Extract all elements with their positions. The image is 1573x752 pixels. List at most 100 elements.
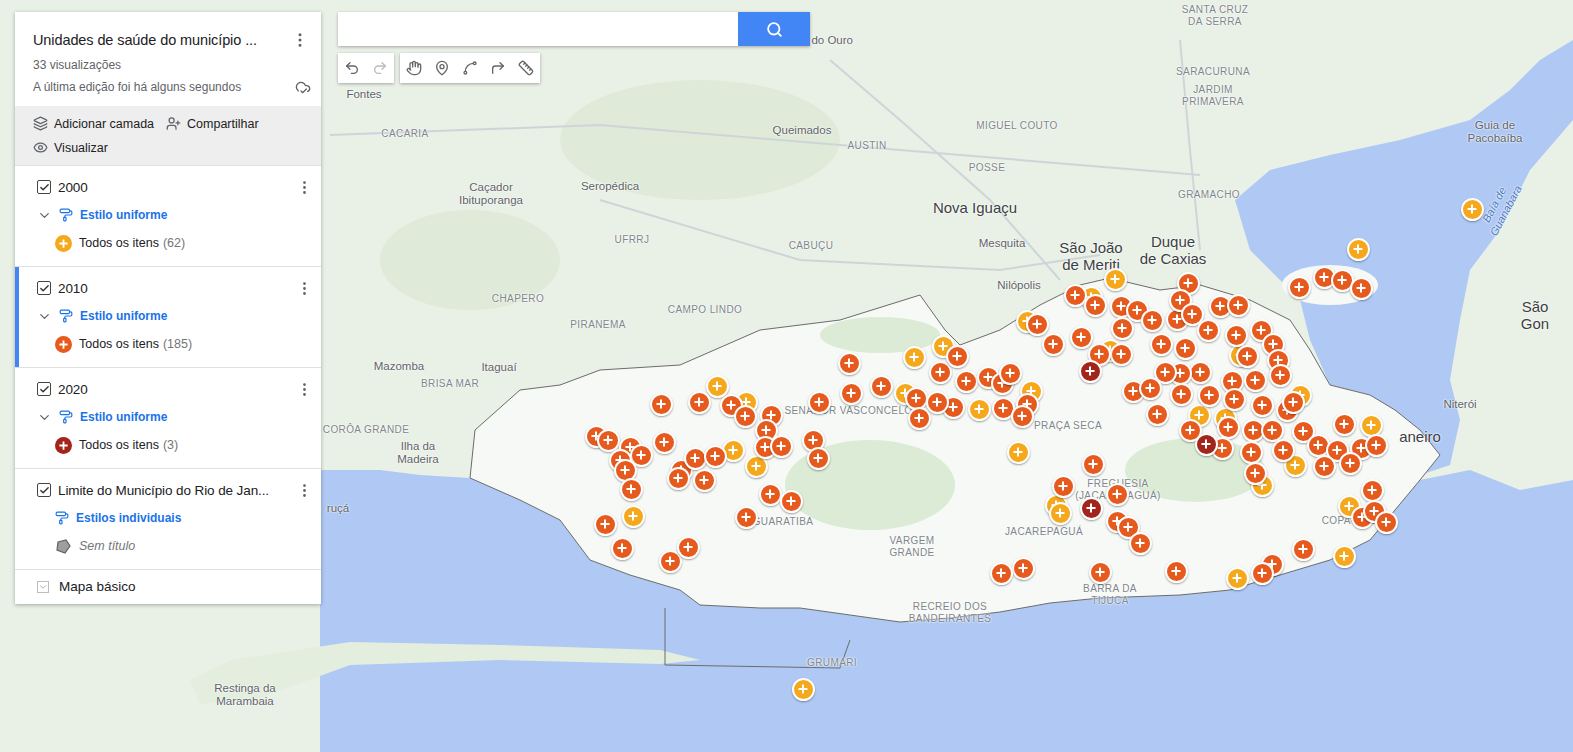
map-pin[interactable] [792, 678, 815, 701]
map-pin[interactable] [808, 391, 831, 414]
layer[interactable]: 2010 Estilo uniforme Todos os itens(185) [15, 266, 321, 367]
map-pin[interactable] [1350, 277, 1373, 300]
base-map-toggle[interactable] [37, 581, 49, 593]
view-action[interactable]: Visualizar [33, 138, 303, 157]
map-pin[interactable] [650, 393, 673, 416]
map-pin[interactable] [1288, 276, 1311, 299]
map-pin[interactable] [1282, 391, 1305, 414]
map-pin[interactable] [1361, 479, 1384, 502]
style-link[interactable]: Estilo uniforme [80, 309, 167, 323]
undo-button[interactable] [338, 53, 366, 83]
map-pin[interactable] [1026, 313, 1049, 336]
map-pin[interactable] [1082, 453, 1105, 476]
map-pin[interactable] [840, 382, 863, 405]
layer-items-row[interactable]: Todos os itens(3) [37, 434, 315, 456]
map-pin[interactable] [759, 483, 782, 506]
layer-items-row[interactable]: Todos os itens(185) [37, 333, 315, 355]
style-link[interactable]: Estilo uniforme [80, 208, 167, 222]
map-pin[interactable] [1111, 317, 1134, 340]
map-pin[interactable] [653, 431, 676, 454]
map-pin[interactable] [780, 490, 803, 513]
map-pin[interactable] [908, 407, 931, 430]
draw-line-button[interactable] [456, 53, 484, 83]
map-pin[interactable] [1012, 557, 1035, 580]
map-pin[interactable] [770, 435, 793, 458]
map-pin[interactable] [1375, 511, 1398, 534]
map-pin[interactable] [667, 467, 690, 490]
map-pin[interactable] [620, 478, 643, 501]
map-pin[interactable] [1347, 238, 1370, 261]
map-pin[interactable] [926, 391, 949, 414]
redo-button[interactable] [366, 53, 394, 83]
map-pin[interactable] [693, 469, 716, 492]
layer-options-button[interactable] [294, 177, 315, 198]
map-title[interactable]: Unidades de saúde do município ... [33, 28, 285, 52]
style-link[interactable]: Estilos individuais [76, 511, 181, 525]
expand-icon[interactable] [37, 309, 52, 324]
map-pin[interactable] [1007, 441, 1030, 464]
map-pin[interactable] [1217, 416, 1240, 439]
map-pin[interactable] [1292, 538, 1315, 561]
map-pin[interactable] [1333, 413, 1356, 436]
map-pin[interactable] [1272, 439, 1295, 462]
map-pin[interactable] [734, 405, 757, 428]
map-pin[interactable] [1079, 360, 1102, 383]
search-input[interactable] [338, 12, 738, 46]
map-pin[interactable] [1189, 361, 1212, 384]
layer-options-button[interactable] [294, 480, 315, 501]
expand-icon[interactable] [37, 410, 52, 425]
layer-items-row[interactable]: Todos os itens(62) [37, 232, 315, 254]
map-pin[interactable] [990, 562, 1013, 585]
layer-checkbox[interactable] [37, 483, 51, 497]
map-pin[interactable] [1042, 333, 1065, 356]
layer-checkbox[interactable] [37, 180, 51, 194]
layer-options-button[interactable] [294, 379, 315, 400]
map-pin[interactable] [1165, 560, 1188, 583]
map-pin[interactable] [1084, 294, 1107, 317]
map-pin[interactable] [870, 375, 893, 398]
map-pin[interactable] [1339, 452, 1362, 475]
map-pin[interactable] [1141, 309, 1164, 332]
map-pin[interactable] [1360, 414, 1383, 437]
map-pin[interactable] [1244, 369, 1267, 392]
measure-button[interactable] [512, 53, 540, 83]
layer-checkbox[interactable] [37, 382, 51, 396]
map-pin[interactable] [1223, 388, 1246, 411]
map-pin[interactable] [1333, 545, 1356, 568]
layer-name[interactable]: 2010 [58, 281, 287, 296]
map-pin[interactable] [594, 513, 617, 536]
map-pin[interactable] [999, 362, 1022, 385]
share-action[interactable]: Compartilhar [166, 114, 259, 133]
map-pin[interactable] [1197, 319, 1220, 342]
map-pin[interactable] [1269, 364, 1292, 387]
layer[interactable]: 2000 Estilo uniforme Todos os itens(62) [15, 165, 321, 266]
base-map-row[interactable]: Mapa básico [15, 569, 321, 604]
map-pin[interactable] [1461, 198, 1484, 221]
map-pin[interactable] [1251, 562, 1274, 585]
map-options-button[interactable] [289, 29, 311, 51]
map-pin[interactable] [1049, 502, 1072, 525]
layer-name[interactable]: 2000 [58, 180, 287, 195]
layer[interactable]: Limite do Município do Rio de Jan...Esti… [15, 468, 321, 569]
map-pin[interactable] [838, 352, 861, 375]
map-pin[interactable] [1139, 377, 1162, 400]
map-pin[interactable] [1150, 333, 1173, 356]
map-pin[interactable] [611, 537, 634, 560]
map-pin[interactable] [1261, 419, 1284, 442]
style-link[interactable]: Estilo uniforme [80, 410, 167, 424]
search-button[interactable] [738, 12, 810, 46]
map-pin[interactable] [622, 505, 645, 528]
map-pin[interactable] [1225, 324, 1248, 347]
map-pin[interactable] [946, 345, 969, 368]
map-pin[interactable] [1104, 268, 1127, 291]
directions-button[interactable] [484, 53, 512, 83]
map-pin[interactable] [1080, 497, 1103, 520]
map-pin[interactable] [1313, 455, 1336, 478]
map-pin[interactable] [684, 447, 707, 470]
map-pin[interactable] [1110, 343, 1133, 366]
map-pin[interactable] [807, 447, 830, 470]
map-pin[interactable] [1064, 284, 1087, 307]
map-pin[interactable] [1052, 475, 1075, 498]
map-pin[interactable] [1195, 433, 1218, 456]
map-pin[interactable] [955, 370, 978, 393]
